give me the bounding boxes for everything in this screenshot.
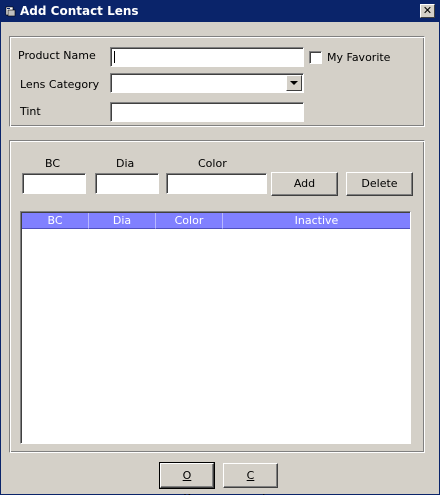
contact-lens-app-icon [5,5,17,17]
add-button[interactable]: Add [271,172,338,196]
title-bar[interactable]: Add Contact Lens ✕ [1,1,439,22]
window-title: Add Contact Lens [20,4,139,18]
bc-field[interactable] [22,173,86,194]
chevron-down-icon [290,81,298,85]
list-header: BC Dia Color Inactive [22,213,410,229]
dia-field[interactable] [95,173,159,194]
add-contact-lens-dialog: Add Contact Lens ✕ Product Name My Favor… [0,0,440,495]
product-name-field[interactable] [110,47,304,67]
lens-category-select[interactable] [110,73,304,93]
my-favorite-checkbox[interactable] [309,51,322,64]
lens-category-label: Lens Category [20,78,100,91]
dia-label: Dia [116,157,135,170]
tint-label: Tint [20,105,41,118]
close-button[interactable]: ✕ [420,4,435,18]
delete-button[interactable]: Delete [346,172,413,196]
text-caret [114,51,115,63]
product-name-label: Product Name [18,49,96,62]
column-header-bc[interactable]: BC [22,213,89,229]
my-favorite-label[interactable]: My Favorite [327,51,390,64]
color-label: Color [198,157,227,170]
ok-button[interactable]: OK [159,462,215,495]
color-field[interactable] [166,173,267,194]
column-header-inactive[interactable]: Inactive [223,213,410,229]
close-icon: ✕ [422,4,433,17]
lens-parameters-list[interactable]: BC Dia Color Inactive [20,211,411,444]
tint-field[interactable] [110,102,304,122]
cancel-button[interactable]: Cancel [223,463,278,495]
column-header-color[interactable]: Color [156,213,223,229]
bc-label: BC [45,157,61,170]
column-header-dia[interactable]: Dia [89,213,156,229]
dropdown-button[interactable] [286,75,302,91]
